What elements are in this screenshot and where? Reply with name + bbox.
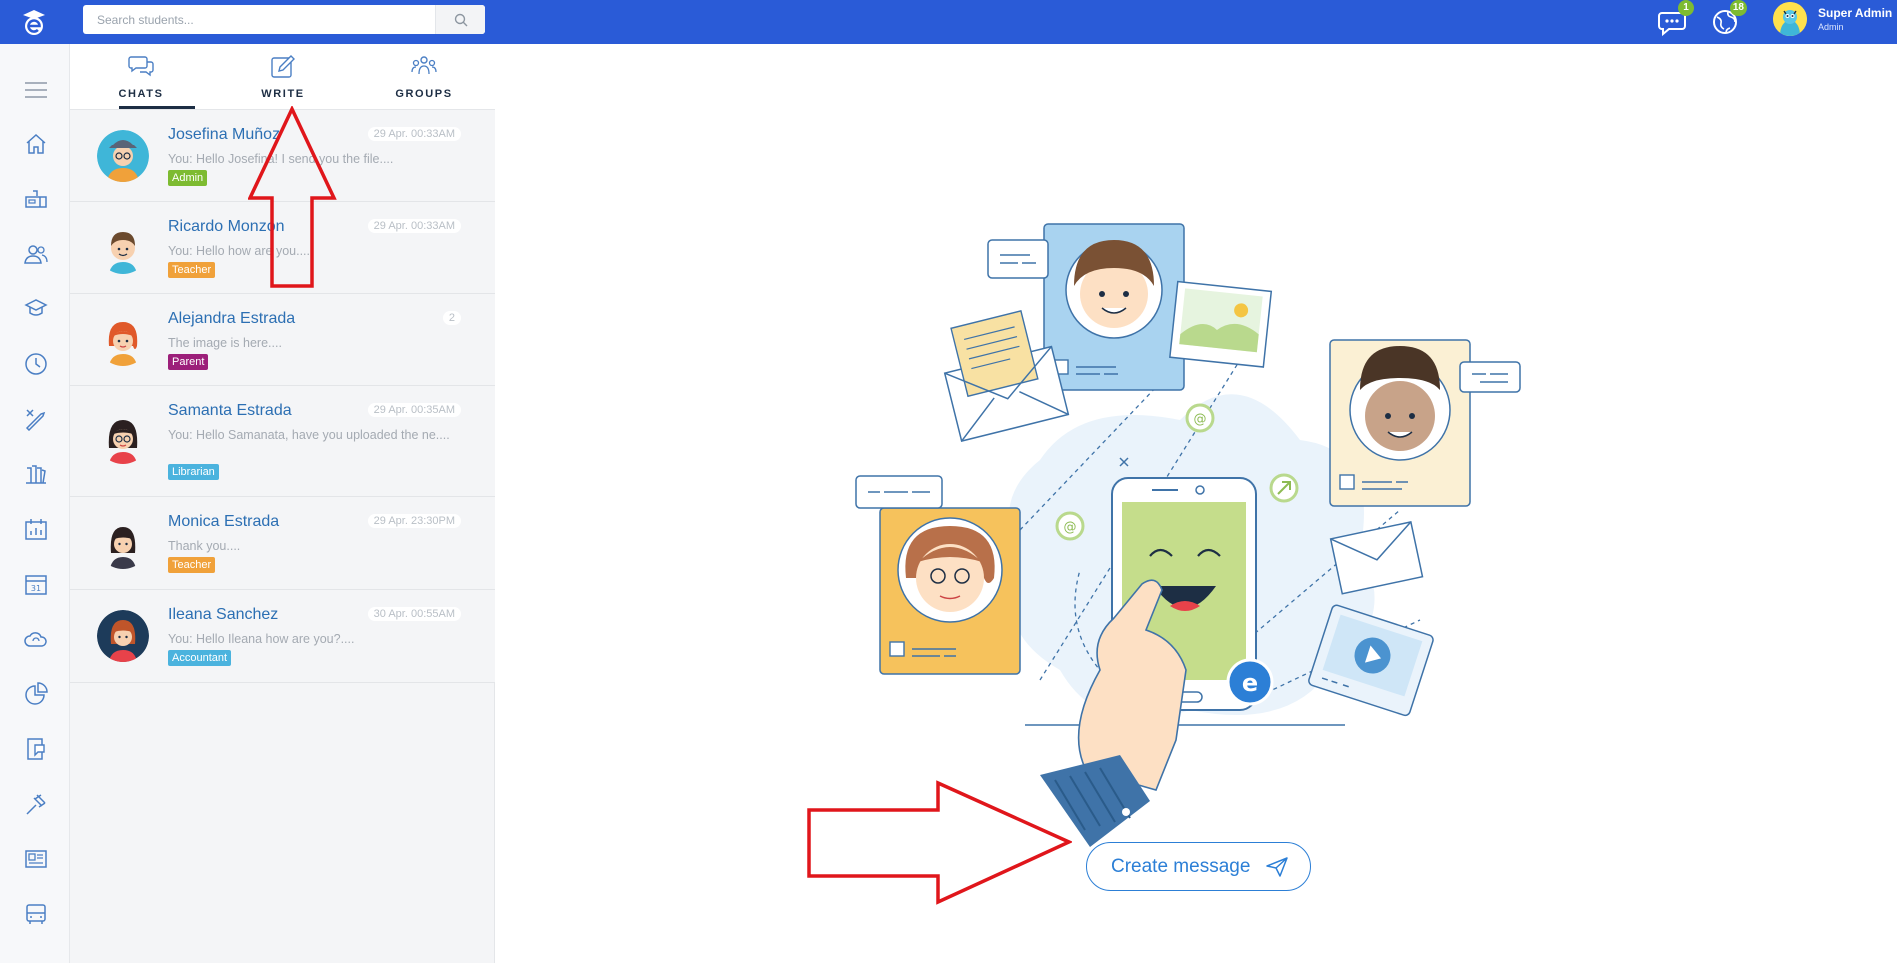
chat-item-alejandra[interactable]: Alejandra Estrada 2 The image is here...… [70,294,495,386]
message-preview: Thank you.... [168,539,241,553]
chat-item-samanta[interactable]: Samanta Estrada 29 Apr. 00:35AM You: Hel… [70,386,495,497]
message-time: 29 Apr. 00:35AM [367,403,461,417]
annotation-arrow-up-icon [248,106,337,288]
graduation-icon[interactable] [22,295,50,323]
tab-groups-label: GROUPS [395,88,453,100]
role-badge: Admin [168,170,208,186]
avatar [97,412,149,464]
gavel-icon[interactable] [22,790,50,818]
mailbox-icon[interactable] [22,185,50,213]
messages-badge: 1 [1678,0,1694,16]
message-preview: You: Hello Samanata, have you uploaded t… [168,428,450,442]
messaging-illustration: @ @ e [855,223,1521,847]
chat-tabs: CHATS WRITE GROUPS [70,44,495,110]
avatar [97,610,149,662]
dark-hair-woman-avatar-icon [110,527,136,569]
clock-icon[interactable] [22,350,50,378]
role-badge: Accountant [168,650,232,666]
library-icon[interactable] [22,460,50,488]
contact-name: Alejandra Estrada [168,310,296,327]
calendar-icon[interactable]: 31 [22,570,50,598]
search-box [83,5,485,34]
red-hair-woman-avatar-icon [108,322,138,366]
calendar-chart-icon[interactable] [22,515,50,543]
cloud-icon[interactable] [22,625,50,653]
monster-avatar-icon [1773,2,1807,36]
user-role: Admin [1818,22,1844,32]
write-icon [271,55,295,78]
message-preview: You: Hello Ileana how are you?.... [168,632,355,646]
woman-hat-avatar-icon [97,130,149,182]
man-card [1329,339,1471,507]
svg-text:@: @ [1064,520,1077,535]
notifications-button[interactable]: 18 [1709,0,1747,38]
search-icon [454,13,467,26]
message-time: 29 Apr. 00:33AM [367,127,461,141]
pie-chart-icon[interactable] [22,680,50,708]
message-time: 30 Apr. 00:55AM [367,607,461,621]
tab-chats[interactable]: CHATS [70,44,212,110]
message-time: 29 Apr. 00:33AM [367,219,461,233]
message-preview: The image is here.... [168,336,282,350]
side-navigation: 31 [0,44,70,963]
avatar [97,517,149,569]
app-logo[interactable] [18,6,50,38]
users-icon[interactable] [22,240,50,268]
tools-icon[interactable] [22,405,50,433]
groups-icon [411,56,437,75]
tab-groups[interactable]: GROUPS [353,44,495,110]
annotation-arrow-right-icon [807,780,1072,905]
search-button[interactable] [435,5,485,34]
svg-text:31: 31 [31,584,41,593]
boy-card [1043,223,1185,391]
notifications-badge: 18 [1729,0,1747,16]
unread-count: 2 [442,311,461,325]
glasses-woman-avatar-icon [108,420,138,464]
newspaper-icon[interactable] [22,845,50,873]
report-icon[interactable] [22,735,50,763]
tab-write-label: WRITE [261,88,305,100]
chat-item-ileana[interactable]: Ileana Sanchez 30 Apr. 00:55AM You: Hell… [70,590,495,683]
messages-button[interactable]: 1 [1656,0,1694,38]
contact-name: Samanta Estrada [168,402,292,419]
message-time: 29 Apr. 23:30PM [367,514,461,528]
search-input[interactable] [83,5,435,34]
role-badge: Librarian [168,464,219,480]
top-bar: 1 18 Super Admin Admin [0,0,1897,44]
svg-text:e: e [1242,669,1258,697]
tab-write[interactable]: WRITE [212,44,354,110]
chat-item-monica[interactable]: Monica Estrada 29 Apr. 23:30PM Thank you… [70,497,495,590]
role-badge: Teacher [168,262,216,278]
bus-icon[interactable] [22,900,50,928]
contact-name: Monica Estrada [168,513,280,530]
send-icon [1266,857,1288,877]
avatar [97,314,149,366]
woman-card [879,507,1021,675]
chats-icon [128,56,154,77]
user-name[interactable]: Super Admin [1818,6,1892,20]
role-badge: Parent [168,354,209,370]
avatar [97,130,149,182]
role-badge: Teacher [168,557,216,573]
accountant-woman-avatar-icon [97,610,149,662]
home-icon[interactable] [22,130,50,158]
contact-name: Ileana Sanchez [168,606,279,623]
tab-chats-label: CHATS [118,88,164,100]
create-message-button[interactable]: Create message [1086,842,1311,891]
avatar [97,222,149,274]
user-avatar[interactable] [1773,2,1807,36]
create-message-label: Create message [1111,855,1251,877]
menu-icon[interactable] [22,76,50,104]
active-tab-indicator [119,106,195,109]
svg-text:@: @ [1194,412,1207,427]
boy-avatar-icon [109,232,137,274]
